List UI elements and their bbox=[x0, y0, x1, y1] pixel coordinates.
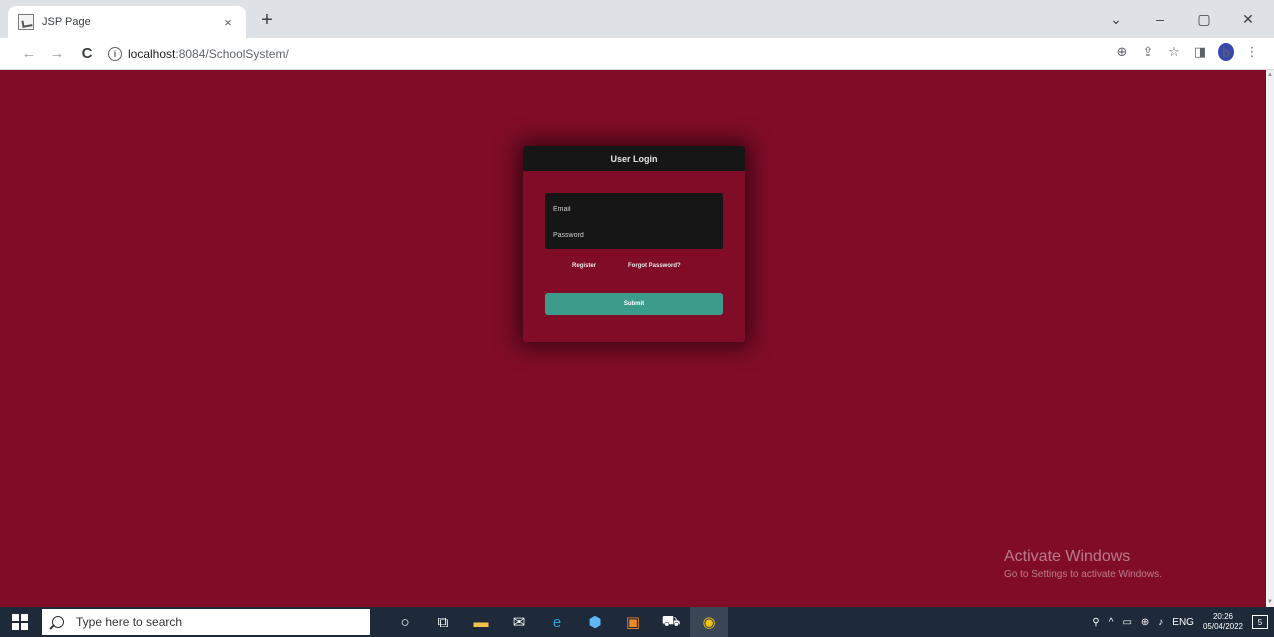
page-body: User Login Register Forgot Password? Sub… bbox=[0, 70, 1266, 607]
tab-title: JSP Page bbox=[42, 16, 91, 28]
volume-icon[interactable]: ♪ bbox=[1158, 617, 1163, 628]
url-text: localhost:8084/SchoolSystem/ bbox=[128, 47, 289, 61]
tab-close-icon[interactable]: × bbox=[220, 15, 236, 30]
page-scrollbar[interactable]: ▲ ▼ bbox=[1266, 70, 1274, 607]
menu-icon[interactable]: ⋮ bbox=[1244, 44, 1260, 60]
edge-icon[interactable]: e bbox=[538, 607, 576, 637]
forgot-password-link[interactable]: Forgot Password? bbox=[628, 263, 681, 269]
windows-start-icon[interactable] bbox=[12, 614, 28, 630]
page-favicon-icon bbox=[18, 14, 34, 30]
watermark-title: Activate Windows bbox=[1004, 548, 1131, 565]
xampp-icon[interactable]: ▣ bbox=[614, 607, 652, 637]
activate-windows-watermark: Activate Windows Go to Settings to activ… bbox=[1004, 548, 1162, 580]
search-placeholder: Type here to search bbox=[76, 615, 183, 629]
zoom-icon[interactable]: ⊕ bbox=[1114, 44, 1130, 60]
windows-taskbar: Type here to search ○ ⧉ ▬ ✉ e ⬢ ▣ ⛟ ◉ ⚲ ^ ▭ ⊕ ♪ … bbox=[0, 607, 1274, 637]
taskbar-apps: ○ ⧉ ▬ ✉ e ⬢ ▣ ⛟ ◉ bbox=[386, 607, 728, 637]
chrome-icon[interactable]: ◉ bbox=[690, 607, 728, 637]
scroll-up-icon[interactable]: ▲ bbox=[1267, 72, 1273, 78]
login-card: User Login Register Forgot Password? Sub… bbox=[523, 146, 745, 342]
login-fields-box bbox=[545, 193, 723, 249]
watermark-subtitle: Go to Settings to activate Windows. bbox=[1004, 569, 1162, 580]
clock-date: 05/04/2022 bbox=[1202, 622, 1243, 631]
login-header: User Login bbox=[523, 146, 745, 171]
browser-tab-bar: JSP Page × + ⌄ – ▢ ✕ bbox=[0, 0, 1274, 38]
battery-icon[interactable]: ▭ bbox=[1122, 617, 1131, 628]
system-tray: ⚲ ^ ▭ ⊕ ♪ ENG 20:26 05/04/2022 5 bbox=[1092, 607, 1268, 637]
people-icon[interactable]: ⚲ bbox=[1092, 617, 1099, 628]
toolbar-actions: ⊕ ⇪ ☆ ◨ b ⋮ bbox=[1114, 43, 1260, 61]
browser-tab[interactable]: JSP Page × bbox=[8, 6, 246, 38]
mail-icon[interactable]: ✉ bbox=[500, 607, 538, 637]
close-window-button[interactable]: ✕ bbox=[1226, 6, 1270, 32]
address-bar[interactable]: i localhost:8084/SchoolSystem/ bbox=[108, 42, 1188, 66]
submit-button[interactable]: Submit bbox=[545, 293, 723, 315]
tab-search-icon[interactable]: ⌄ bbox=[1094, 6, 1138, 32]
scroll-down-icon[interactable]: ▼ bbox=[1267, 599, 1273, 605]
window-controls: ⌄ – ▢ ✕ bbox=[1094, 6, 1270, 32]
back-button[interactable]: ← bbox=[18, 43, 40, 65]
app-icon[interactable]: ⬢ bbox=[576, 607, 614, 637]
taskbar-search-box[interactable]: Type here to search bbox=[42, 609, 370, 635]
browser-toolbar: ← → C i localhost:8084/SchoolSystem/ ⊕ ⇪… bbox=[0, 38, 1274, 70]
bookmark-star-icon[interactable]: ☆ bbox=[1166, 44, 1182, 60]
email-input[interactable] bbox=[553, 199, 713, 219]
network-icon[interactable]: ⊕ bbox=[1141, 617, 1149, 628]
site-info-icon[interactable]: i bbox=[108, 47, 122, 61]
search-icon bbox=[52, 616, 64, 628]
side-panel-icon[interactable]: ◨ bbox=[1192, 44, 1208, 60]
show-hidden-icons-icon[interactable]: ^ bbox=[1109, 617, 1114, 628]
url-host: localhost bbox=[128, 47, 176, 61]
clock[interactable]: 20:26 05/04/2022 bbox=[1203, 612, 1243, 632]
new-tab-button[interactable]: + bbox=[256, 9, 278, 31]
register-link[interactable]: Register bbox=[572, 263, 596, 269]
cortana-icon[interactable]: ○ bbox=[386, 607, 424, 637]
language-indicator[interactable]: ENG bbox=[1172, 617, 1194, 628]
forward-button[interactable]: → bbox=[46, 43, 68, 65]
store-icon[interactable]: ⛟ bbox=[652, 607, 690, 637]
maximize-button[interactable]: ▢ bbox=[1182, 6, 1226, 32]
notification-icon[interactable]: 5 bbox=[1252, 615, 1268, 629]
file-explorer-icon[interactable]: ▬ bbox=[462, 607, 500, 637]
share-icon[interactable]: ⇪ bbox=[1140, 44, 1156, 60]
minimize-button[interactable]: – bbox=[1138, 6, 1182, 32]
url-path: :8084/SchoolSystem/ bbox=[175, 47, 289, 61]
profile-avatar[interactable]: b bbox=[1218, 43, 1234, 61]
password-input[interactable] bbox=[553, 225, 713, 245]
task-view-icon[interactable]: ⧉ bbox=[424, 607, 462, 637]
reload-button[interactable]: C bbox=[76, 43, 98, 65]
clock-time: 20:26 bbox=[1212, 612, 1233, 621]
